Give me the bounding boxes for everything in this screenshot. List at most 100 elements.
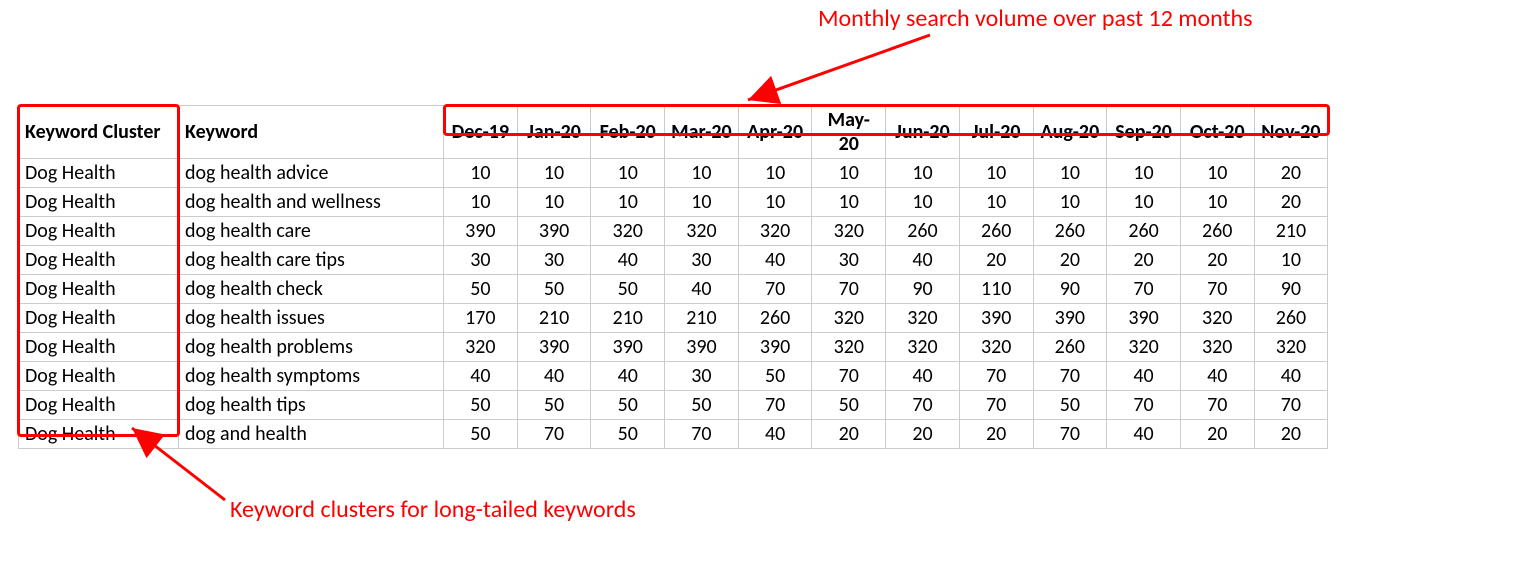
cell-value: 170 — [444, 304, 518, 333]
cell-value: 260 — [959, 217, 1033, 246]
cell-value: 70 — [665, 420, 739, 449]
cell-value: 10 — [812, 188, 886, 217]
cell-value: 320 — [665, 217, 739, 246]
cell-cluster: Dog Health — [19, 246, 179, 275]
table-row: Dog Healthdog health advice1010101010101… — [19, 159, 1328, 188]
cell-value: 50 — [444, 391, 518, 420]
cell-value: 210 — [517, 304, 591, 333]
cell-value: 70 — [959, 391, 1033, 420]
cell-value: 10 — [959, 159, 1033, 188]
cell-value: 50 — [517, 275, 591, 304]
cell-value: 70 — [1107, 391, 1181, 420]
col-month: Aug-20 — [1033, 106, 1107, 159]
cell-value: 10 — [1180, 188, 1254, 217]
table-row: Dog Healthdog health issues1702102102102… — [19, 304, 1328, 333]
cell-value: 20 — [1254, 188, 1328, 217]
cell-cluster: Dog Health — [19, 304, 179, 333]
cell-value: 70 — [886, 391, 960, 420]
cell-keyword: dog health check — [179, 275, 444, 304]
table-row: Dog Healthdog health care390390320320320… — [19, 217, 1328, 246]
arrow-top-icon — [730, 30, 960, 110]
cell-value: 40 — [665, 275, 739, 304]
cell-value: 320 — [886, 304, 960, 333]
cell-value: 70 — [1107, 275, 1181, 304]
cell-value: 10 — [517, 188, 591, 217]
cell-value: 320 — [1254, 333, 1328, 362]
cell-cluster: Dog Health — [19, 159, 179, 188]
cell-value: 50 — [591, 275, 665, 304]
cell-value: 260 — [1107, 217, 1181, 246]
table-row: Dog Healthdog health check50505040707090… — [19, 275, 1328, 304]
cell-value: 30 — [665, 246, 739, 275]
cell-value: 320 — [812, 217, 886, 246]
cell-value: 50 — [517, 391, 591, 420]
cell-value: 70 — [1180, 275, 1254, 304]
col-month: Mar-20 — [665, 106, 739, 159]
annotation-bottom-label: Keyword clusters for long-tailed keyword… — [230, 495, 636, 524]
cell-value: 390 — [444, 217, 518, 246]
cell-keyword: dog health and wellness — [179, 188, 444, 217]
col-month: Jan-20 — [517, 106, 591, 159]
cell-cluster: Dog Health — [19, 275, 179, 304]
cell-value: 10 — [591, 188, 665, 217]
cell-value: 40 — [517, 362, 591, 391]
table-row: Dog Healthdog health and wellness1010101… — [19, 188, 1328, 217]
cell-value: 10 — [812, 159, 886, 188]
col-keyword-cluster: Keyword Cluster — [19, 106, 179, 159]
cell-keyword: dog and health — [179, 420, 444, 449]
cell-keyword: dog health care tips — [179, 246, 444, 275]
cell-value: 10 — [738, 188, 812, 217]
cell-value: 10 — [1033, 188, 1107, 217]
cell-keyword: dog health care — [179, 217, 444, 246]
cell-value: 40 — [738, 246, 812, 275]
col-month: Nov-20 — [1254, 106, 1328, 159]
col-month: May-20 — [812, 106, 886, 159]
table-row: Dog Healthdog and health5070507040202020… — [19, 420, 1328, 449]
cell-value: 40 — [738, 420, 812, 449]
cell-value: 90 — [1254, 275, 1328, 304]
cell-value: 50 — [1033, 391, 1107, 420]
cell-value: 210 — [665, 304, 739, 333]
cell-value: 10 — [738, 159, 812, 188]
cell-value: 70 — [517, 420, 591, 449]
cell-value: 70 — [812, 362, 886, 391]
cell-value: 10 — [1254, 246, 1328, 275]
cell-value: 30 — [444, 246, 518, 275]
cell-value: 390 — [517, 217, 591, 246]
cell-value: 320 — [886, 333, 960, 362]
cell-value: 40 — [886, 246, 960, 275]
cell-value: 70 — [1033, 362, 1107, 391]
annotation-top-label: Monthly search volume over past 12 month… — [818, 4, 1253, 33]
cell-value: 50 — [591, 391, 665, 420]
col-keyword: Keyword — [179, 106, 444, 159]
cell-value: 10 — [959, 188, 1033, 217]
cell-value: 20 — [1107, 246, 1181, 275]
cell-value: 390 — [591, 333, 665, 362]
cell-value: 70 — [1254, 391, 1328, 420]
cell-value: 70 — [1180, 391, 1254, 420]
cell-value: 40 — [1180, 362, 1254, 391]
cell-value: 50 — [591, 420, 665, 449]
cell-value: 50 — [738, 362, 812, 391]
cell-value: 390 — [1107, 304, 1181, 333]
cell-keyword: dog health symptoms — [179, 362, 444, 391]
cell-value: 10 — [517, 159, 591, 188]
cell-value: 40 — [1107, 420, 1181, 449]
cell-cluster: Dog Health — [19, 217, 179, 246]
cell-value: 40 — [444, 362, 518, 391]
table-row: Dog Healthdog health problems32039039039… — [19, 333, 1328, 362]
cell-value: 10 — [444, 188, 518, 217]
cell-value: 70 — [738, 275, 812, 304]
cell-value: 10 — [591, 159, 665, 188]
cell-value: 40 — [1254, 362, 1328, 391]
cell-value: 40 — [591, 246, 665, 275]
cell-cluster: Dog Health — [19, 362, 179, 391]
cell-value: 50 — [665, 391, 739, 420]
cell-value: 40 — [591, 362, 665, 391]
cell-keyword: dog health tips — [179, 391, 444, 420]
cell-value: 10 — [665, 159, 739, 188]
cell-value: 10 — [665, 188, 739, 217]
cell-value: 320 — [812, 333, 886, 362]
cell-value: 90 — [886, 275, 960, 304]
cell-cluster: Dog Health — [19, 420, 179, 449]
